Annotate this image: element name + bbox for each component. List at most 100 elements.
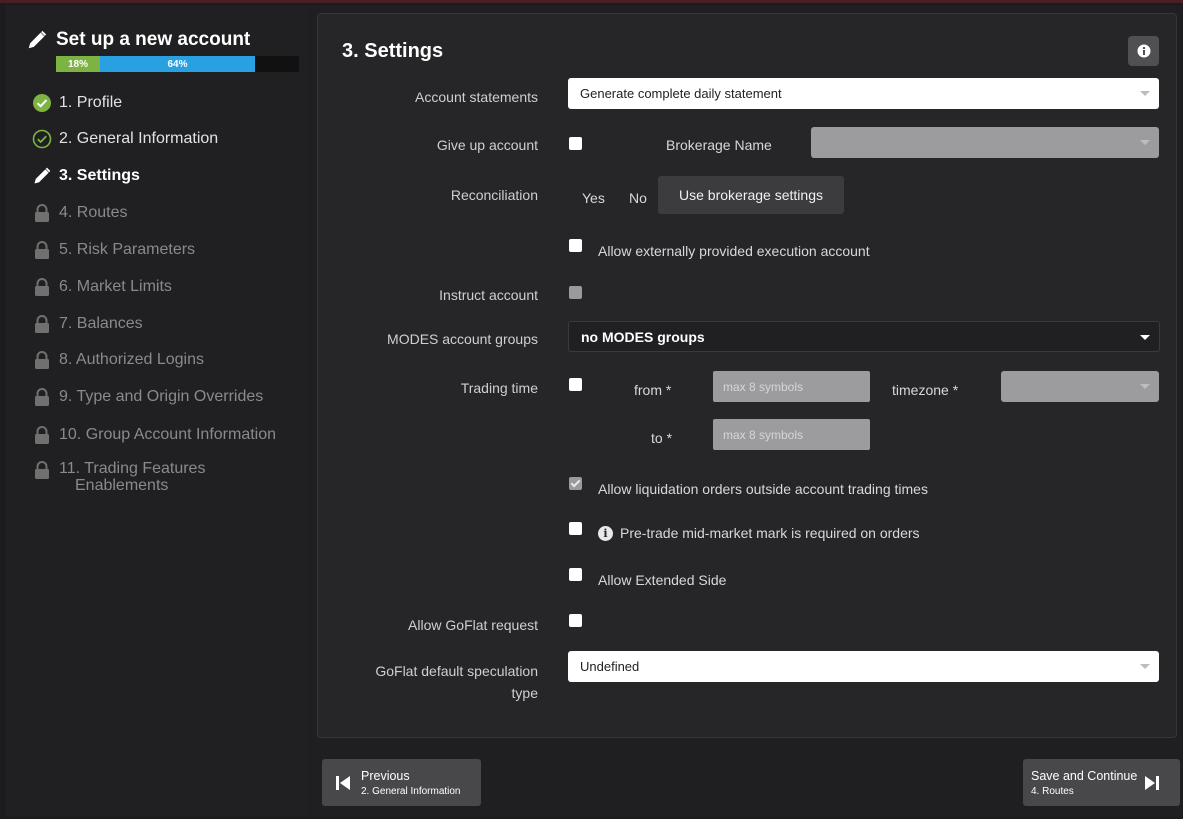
reconciliation-yes-button[interactable]: Yes	[582, 190, 605, 206]
lock-icon	[35, 388, 49, 406]
sidebar-item-label: 6. Market Limits	[59, 278, 172, 295]
previous-button-text: Previous 2. General Information	[361, 769, 461, 797]
allow-liquidation-checkbox[interactable]	[569, 477, 582, 490]
chevron-down-icon	[1140, 91, 1150, 96]
info-icon: i	[598, 525, 613, 541]
timezone-select[interactable]	[1001, 371, 1159, 402]
sidebar-item-settings[interactable]: 3. Settings	[32, 165, 140, 187]
sidebar-item-type-origin-overrides: 9. Type and Origin Overrides	[32, 386, 263, 408]
give-up-account-checkbox[interactable]	[569, 137, 582, 150]
goflat-speculation-label-line1: GoFlat default speculation	[375, 663, 538, 679]
save-and-continue-sub: 4. Routes	[1031, 785, 1074, 797]
chevron-down-icon	[1140, 140, 1150, 145]
sidebar-item-profile[interactable]: 1. Profile	[32, 92, 122, 114]
sidebar-item-general-information[interactable]: 2. General Information	[32, 128, 218, 150]
pre-trade-checkbox[interactable]	[569, 522, 582, 535]
top-accent-line	[0, 0, 1183, 3]
info-button[interactable]	[1128, 36, 1159, 66]
progress-completed-label: 18%	[67, 58, 88, 70]
allow-goflat-request-label: Allow GoFlat request	[408, 617, 538, 633]
timezone-label: timezone *	[892, 382, 959, 398]
use-brokerage-settings-button[interactable]: Use brokerage settings	[658, 176, 844, 214]
sidebar-item-label-line2: Enablements	[75, 477, 169, 494]
sidebar-item-label: 5. Risk Parameters	[59, 241, 196, 258]
chevron-down-icon	[1140, 664, 1150, 669]
trading-time-checkbox[interactable]	[569, 378, 582, 391]
sidebar-item-label: 3. Settings	[59, 167, 140, 184]
reconciliation-label: Reconciliation	[450, 187, 538, 203]
previous-button-sub: 2. General Information	[361, 785, 461, 797]
sidebar-item-trading-features: 11. Trading Features Enablements	[32, 460, 205, 500]
account-statements-label: Account statements	[415, 89, 538, 105]
lock-icon	[35, 351, 49, 369]
sidebar-item-risk-parameters: 5. Risk Parameters	[32, 239, 195, 261]
modes-account-groups-label: MODES account groups	[387, 331, 538, 347]
trading-time-from-placeholder: max 8 symbols	[723, 379, 804, 394]
sidebar-item-label: 8. Authorized Logins	[59, 351, 204, 368]
pencil-icon	[34, 167, 51, 184]
allow-extended-side-checkbox[interactable]	[569, 568, 582, 581]
previous-button-label: Previous	[361, 768, 410, 783]
sidebar-item-group-account-information: 10. Group Account Information	[32, 424, 276, 446]
check-outline-icon	[32, 129, 52, 149]
give-up-account-label: Give up account	[436, 137, 538, 153]
skip-previous-icon	[336, 775, 350, 790]
modes-account-groups-value: no MODES groups	[581, 328, 705, 345]
sidebar-item-label: 2. General Information	[59, 130, 219, 147]
sidebar-item-label: 4. Routes	[59, 204, 128, 221]
allow-external-checkbox[interactable]	[569, 239, 582, 252]
goflat-speculation-label-line2: type	[511, 685, 538, 701]
sidebar-item-label: 11. Trading Features	[59, 460, 206, 477]
lock-icon	[35, 278, 49, 296]
sidebar-item-authorized-logins: 8. Authorized Logins	[32, 349, 204, 371]
wizard-sidebar: Set up a new account 18% 64% 1. Profile …	[6, 5, 308, 817]
reconciliation-no-button[interactable]: No	[629, 190, 647, 206]
page-title: 3. Settings	[342, 40, 444, 62]
account-statements-value: Generate complete daily statement	[580, 86, 782, 101]
wizard-title: Set up a new account	[26, 29, 250, 51]
sidebar-item-label: 10. Group Account Information	[59, 426, 277, 443]
trading-time-label: Trading time	[460, 380, 538, 396]
progress-completed-segment: 18%	[56, 56, 100, 72]
sidebar-item-label: 9. Type and Origin Overrides	[59, 388, 264, 405]
instruct-account-checkbox[interactable]	[569, 286, 582, 299]
pre-trade-row: i Pre-trade mid-market mark is required …	[598, 525, 920, 541]
allow-extended-side-label: Allow Extended Side	[598, 572, 727, 588]
lock-icon	[35, 461, 49, 479]
progress-total-label: 64%	[167, 58, 188, 70]
sidebar-item-label: 1. Profile	[59, 94, 123, 111]
allow-liquidation-label: Allow liquidation orders outside account…	[598, 481, 928, 497]
save-and-continue-button[interactable]: Save and Continue 4. Routes	[1023, 759, 1180, 806]
goflat-speculation-value: Undefined	[580, 659, 640, 674]
check-filled-icon	[33, 94, 51, 112]
brokerage-name-label: Brokerage Name	[666, 137, 772, 153]
info-icon	[1137, 44, 1150, 58]
instruct-account-label: Instruct account	[439, 287, 538, 303]
trading-time-to-placeholder: max 8 symbols	[723, 427, 804, 442]
allow-external-label: Allow externally provided execution acco…	[598, 243, 870, 259]
allow-goflat-request-checkbox[interactable]	[569, 614, 582, 627]
previous-button[interactable]: Previous 2. General Information	[322, 759, 481, 806]
lock-icon	[35, 204, 49, 222]
sidebar-item-label-group: 11. Trading Features Enablements	[59, 460, 205, 494]
pencil-icon	[28, 30, 47, 49]
goflat-speculation-select[interactable]: Undefined	[568, 651, 1159, 682]
sidebar-item-balances: 7. Balances	[32, 313, 143, 335]
sidebar-item-routes: 4. Routes	[32, 202, 127, 224]
goflat-speculation-label: GoFlat default speculation type	[298, 660, 538, 704]
modes-account-groups-select[interactable]: no MODES groups	[568, 321, 1160, 352]
settings-panel: 3. Settings Account statements Generate …	[317, 13, 1177, 738]
account-statements-select[interactable]: Generate complete daily statement	[568, 78, 1159, 109]
chevron-down-icon	[1140, 384, 1150, 389]
save-and-continue-text: Save and Continue 4. Routes	[1031, 769, 1137, 797]
sidebar-item-label: 7. Balances	[59, 315, 143, 332]
brokerage-name-select[interactable]	[811, 127, 1159, 158]
trading-time-from-label: from *	[634, 382, 672, 398]
skip-next-icon	[1145, 775, 1160, 790]
trading-time-from-input[interactable]: max 8 symbols	[713, 371, 870, 402]
trading-time-to-input[interactable]: max 8 symbols	[713, 419, 870, 450]
lock-icon	[35, 241, 49, 259]
chevron-down-icon	[1140, 335, 1150, 340]
trading-time-to-label: to *	[651, 430, 673, 446]
save-and-continue-label: Save and Continue	[1031, 768, 1138, 783]
